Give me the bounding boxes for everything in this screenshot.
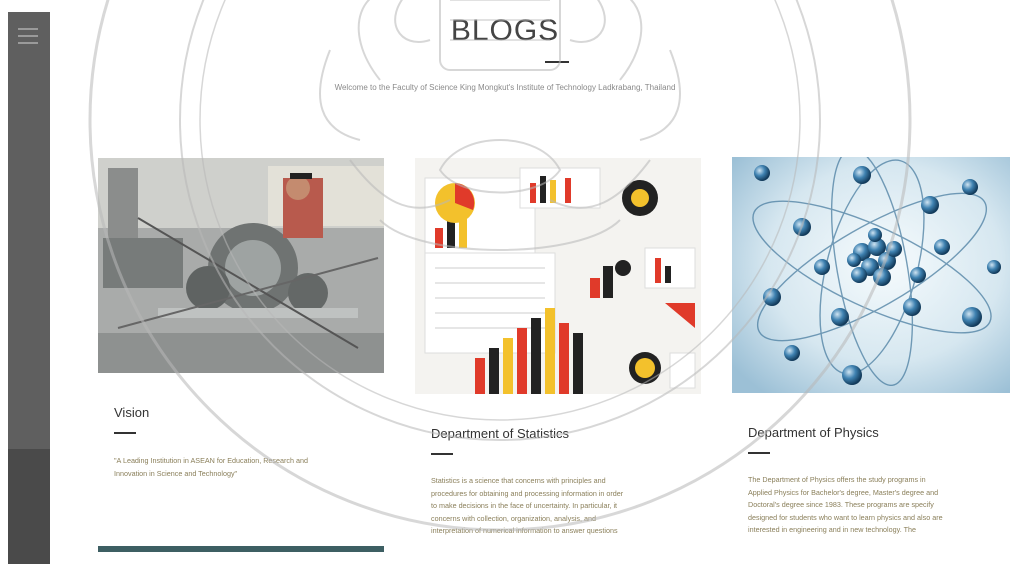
card-underline (114, 432, 136, 434)
sidebar (8, 12, 50, 564)
card-body-physics: The Department of Physics offers the stu… (748, 475, 943, 534)
atom-model-photo (732, 157, 1010, 393)
card-underline (431, 453, 453, 455)
title-underline (545, 61, 569, 63)
next-card-image[interactable] (98, 546, 384, 552)
card-title-vision[interactable]: Vision (114, 405, 149, 420)
card-underline (748, 452, 770, 454)
card-body-vision: "A Leading Institution in ASEAN for Educ… (114, 456, 308, 478)
statistics-charts-photo (415, 158, 701, 394)
card-title-statistics[interactable]: Department of Statistics (431, 426, 569, 441)
page-title: BLOGS (450, 14, 560, 47)
statistics-image[interactable] (415, 158, 701, 394)
vision-image[interactable] (98, 158, 384, 373)
card-body-statistics: Statistics is a science that concerns wi… (431, 476, 624, 535)
physics-image[interactable] (732, 157, 1010, 393)
card-title-physics[interactable]: Department of Physics (748, 425, 879, 440)
welcome-text: Welcome to the Faculty of Science King M… (334, 83, 676, 92)
laboratory-equipment-photo (98, 158, 384, 373)
sidebar-lower-panel (8, 449, 50, 564)
